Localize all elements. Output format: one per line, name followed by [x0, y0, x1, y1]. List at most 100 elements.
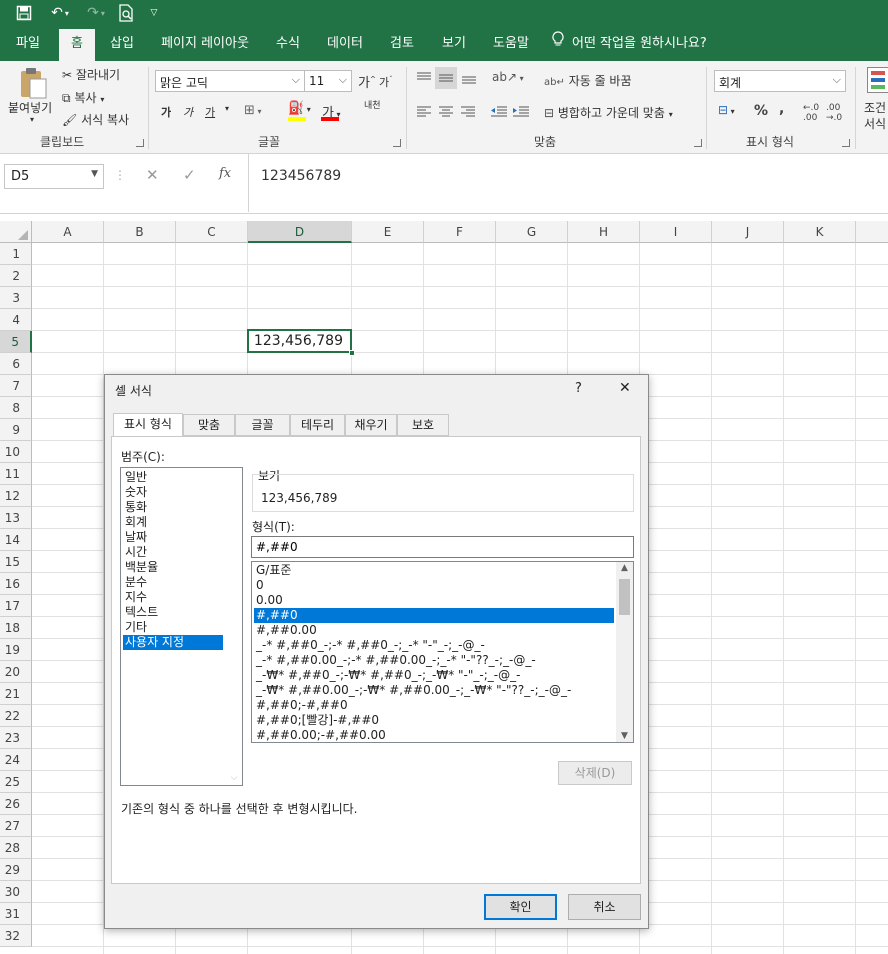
row-header-3[interactable]: 3 — [0, 287, 32, 309]
chevron-up-icon[interactable]: ▲ — [616, 563, 633, 573]
format-painter-button[interactable]: 🖌 서식 복사 — [62, 111, 129, 128]
column-header-g[interactable]: G — [496, 221, 568, 243]
row-header-4[interactable]: 4 — [0, 309, 32, 331]
row-header-9[interactable]: 9 — [0, 419, 32, 441]
cancel-icon[interactable]: ✕ — [146, 166, 159, 184]
phonetic-button[interactable]: 내천 — [364, 102, 382, 111]
row-header-11[interactable]: 11 — [0, 463, 32, 485]
tab-protection[interactable]: 보호 — [397, 414, 449, 436]
category-item[interactable]: 백분율 — [123, 560, 223, 575]
category-item[interactable]: 지수 — [123, 590, 223, 605]
format-item[interactable]: 0 — [254, 578, 614, 593]
row-header-31[interactable]: 31 — [0, 903, 32, 925]
category-item[interactable]: 일반 — [123, 470, 223, 485]
column-header-h[interactable]: H — [568, 221, 640, 243]
underline-dropdown-icon[interactable]: ▾ — [225, 104, 229, 113]
font-size-dropdown[interactable]: 11 ⌵ — [304, 70, 352, 92]
row-header-20[interactable]: 20 — [0, 661, 32, 683]
formula-input[interactable]: 123456789 — [248, 154, 888, 212]
row-header-21[interactable]: 21 — [0, 683, 32, 705]
align-center-icon[interactable] — [438, 105, 454, 122]
tab-alignment[interactable]: 맞춤 — [183, 414, 235, 436]
row-header-16[interactable]: 16 — [0, 573, 32, 595]
number-launcher-icon[interactable] — [842, 139, 850, 147]
column-header-f[interactable]: F — [424, 221, 496, 243]
row-header-26[interactable]: 26 — [0, 793, 32, 815]
row-header-18[interactable]: 18 — [0, 617, 32, 639]
tab-review[interactable]: 검토 — [382, 26, 422, 61]
tab-fill[interactable]: 채우기 — [345, 414, 397, 436]
column-header-k[interactable]: K — [784, 221, 856, 243]
alignment-launcher-icon[interactable] — [694, 139, 702, 147]
row-header-28[interactable]: 28 — [0, 837, 32, 859]
conditional-format-label2[interactable]: 서식 — [864, 115, 886, 132]
format-item[interactable]: #,##0;-#,##0 — [254, 698, 614, 713]
increase-decimal-icon[interactable]: ←.0.00 — [803, 103, 819, 123]
tab-data[interactable]: 데이터 — [320, 26, 370, 61]
font-name-dropdown[interactable]: 맑은 고딕 ⌵ — [155, 70, 305, 92]
tab-insert[interactable]: 삽입 — [102, 26, 142, 61]
close-icon[interactable]: ✕ — [619, 380, 631, 396]
paste-button[interactable]: 붙여넣기 — [8, 99, 52, 116]
row-header-30[interactable]: 30 — [0, 881, 32, 903]
tab-help[interactable]: 도움말 — [486, 26, 536, 61]
format-list[interactable]: G/표준 0 0.00 #,##0 #,##0.00 _-* #,##0_-;-* #,#… — [251, 561, 634, 743]
row-header-2[interactable]: 2 — [0, 265, 32, 287]
tab-formulas[interactable]: 수식 — [268, 26, 308, 61]
grow-font-button[interactable]: 가^ — [358, 72, 376, 91]
row-header-7[interactable]: 7 — [0, 375, 32, 397]
format-item[interactable]: _-* #,##0_-;-* #,##0_-;_-* "-"_-;_-@_- — [254, 638, 614, 653]
category-item[interactable]: 시간 — [123, 545, 223, 560]
format-item[interactable]: #,##0 — [254, 608, 614, 623]
row-header-12[interactable]: 12 — [0, 485, 32, 507]
format-item[interactable]: 0.00 — [254, 593, 614, 608]
accounting-format-icon[interactable]: ⊟ ▾ — [718, 103, 735, 117]
row-header-5[interactable]: 5 — [0, 331, 32, 353]
underline-button[interactable]: 가 — [205, 104, 215, 120]
row-header-13[interactable]: 13 — [0, 507, 32, 529]
row-header-15[interactable]: 15 — [0, 551, 32, 573]
column-header-a[interactable]: A — [32, 221, 104, 243]
format-item[interactable]: _-* #,##0.00_-;-* #,##0.00_-;_-* "-"??_-… — [254, 653, 614, 668]
category-item[interactable]: 기타 — [123, 620, 223, 635]
shrink-font-button[interactable]: 가ˇ — [379, 74, 393, 90]
row-header-27[interactable]: 27 — [0, 815, 32, 837]
column-header-d[interactable]: D — [248, 221, 352, 243]
paste-icon[interactable] — [18, 67, 48, 99]
select-all-corner[interactable] — [0, 221, 32, 243]
column-header-i[interactable]: I — [640, 221, 712, 243]
insert-function-icon[interactable]: fx — [219, 166, 231, 181]
fill-color-icon[interactable]: ⛽ ▾ — [288, 101, 311, 116]
row-header-19[interactable]: 19 — [0, 639, 32, 661]
decrease-decimal-icon[interactable]: .00 →.0 — [826, 103, 842, 123]
decrease-indent-icon[interactable] — [490, 105, 508, 122]
row-header-25[interactable]: 25 — [0, 771, 32, 793]
help-button[interactable]: ? — [575, 381, 582, 396]
tab-border[interactable]: 테두리 — [290, 414, 345, 436]
clipboard-launcher-icon[interactable] — [136, 139, 144, 147]
row-header-8[interactable]: 8 — [0, 397, 32, 419]
column-header-c[interactable]: C — [176, 221, 248, 243]
row-header-29[interactable]: 29 — [0, 859, 32, 881]
column-header-partial[interactable] — [856, 221, 888, 243]
ok-button[interactable]: 확인 — [484, 894, 557, 920]
format-item[interactable]: #,##0.00 — [254, 623, 614, 638]
bold-button[interactable]: 가 — [161, 104, 171, 120]
align-middle-icon[interactable] — [435, 67, 457, 89]
cut-button[interactable]: ✂ 잘라내기 — [62, 66, 120, 83]
format-list-scrollbar[interactable]: ▲ ▼ — [616, 562, 633, 742]
align-top-icon[interactable] — [416, 71, 432, 88]
format-item[interactable]: #,##0.00;-#,##0.00 — [254, 728, 614, 742]
orientation-icon[interactable]: ab↗ ▾ — [492, 70, 524, 84]
tab-font[interactable]: 글꼴 — [235, 414, 290, 436]
conditional-format-label1[interactable]: 조건 — [864, 99, 886, 116]
align-bottom-icon[interactable] — [461, 71, 477, 88]
align-right-icon[interactable] — [460, 105, 476, 122]
tab-home[interactable]: 홈 — [59, 29, 95, 61]
merge-center-button[interactable]: ⊟ 병합하고 가운데 맞춤 ▾ — [544, 104, 673, 121]
fill-handle[interactable] — [349, 350, 355, 356]
row-header-22[interactable]: 22 — [0, 705, 32, 727]
italic-button[interactable]: 가 — [183, 104, 193, 120]
comma-button[interactable]: , — [779, 101, 784, 117]
redo-icon[interactable]: ↷ ▾ — [82, 3, 110, 23]
